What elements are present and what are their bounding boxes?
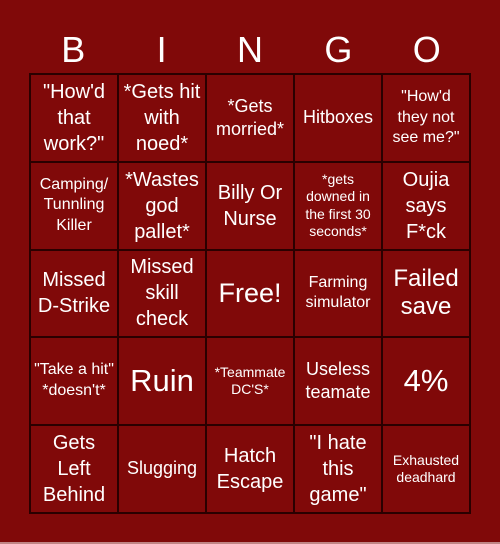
header-letter-o: O xyxy=(412,29,441,70)
bingo-cell[interactable]: Exhausted deadhard xyxy=(382,425,470,513)
bingo-cell[interactable]: *Gets morried* xyxy=(206,74,294,162)
bingo-cell[interactable]: Ruin xyxy=(118,337,206,426)
bingo-cell-free[interactable]: Free! xyxy=(206,249,294,338)
bingo-cell[interactable]: "How'd that work?" xyxy=(30,74,118,162)
bingo-cell[interactable]: "I hate this game" xyxy=(294,425,382,513)
bingo-header: B I N G O xyxy=(29,28,471,72)
bingo-board: "How'd that work?" *Gets hit with noed* … xyxy=(29,73,471,514)
bingo-cell[interactable]: "How'd they not see me?" xyxy=(382,74,470,162)
bingo-cell[interactable]: Slugging xyxy=(118,425,206,513)
header-letter-n: N xyxy=(236,29,263,70)
bingo-cell[interactable]: Farming simulator xyxy=(294,249,382,338)
bingo-cell[interactable]: Hatch Escape xyxy=(206,425,294,513)
bingo-cell[interactable]: Oujia says F*ck xyxy=(382,161,470,250)
bingo-cell[interactable]: *Wastes god pallet* xyxy=(118,161,206,250)
bingo-cell[interactable]: Failed save xyxy=(382,249,470,338)
bingo-cell[interactable]: Useless teamate xyxy=(294,337,382,426)
header-letter-i: I xyxy=(156,29,167,70)
bingo-cell[interactable]: *gets downed in the first 30 seconds* xyxy=(294,161,382,250)
bingo-cell[interactable]: "Take a hit" *doesn't* xyxy=(30,337,118,426)
bingo-cell[interactable]: Missed D-Strike xyxy=(30,249,118,338)
bingo-cell[interactable]: Hitboxes xyxy=(294,74,382,162)
bingo-cell[interactable]: Missed skill check xyxy=(118,249,206,338)
bingo-cell[interactable]: Gets Left Behind xyxy=(30,425,118,513)
bingo-cell[interactable]: *Gets hit with noed* xyxy=(118,74,206,162)
header-letter-g: G xyxy=(324,29,353,70)
bingo-cell[interactable]: 4% xyxy=(382,337,470,426)
bingo-cell[interactable]: Camping/ Tunnling Killer xyxy=(30,161,118,250)
header-letter-b: B xyxy=(61,29,86,70)
bingo-cell[interactable]: *Teammate DC'S* xyxy=(206,337,294,426)
bingo-cell[interactable]: Billy Or Nurse xyxy=(206,161,294,250)
